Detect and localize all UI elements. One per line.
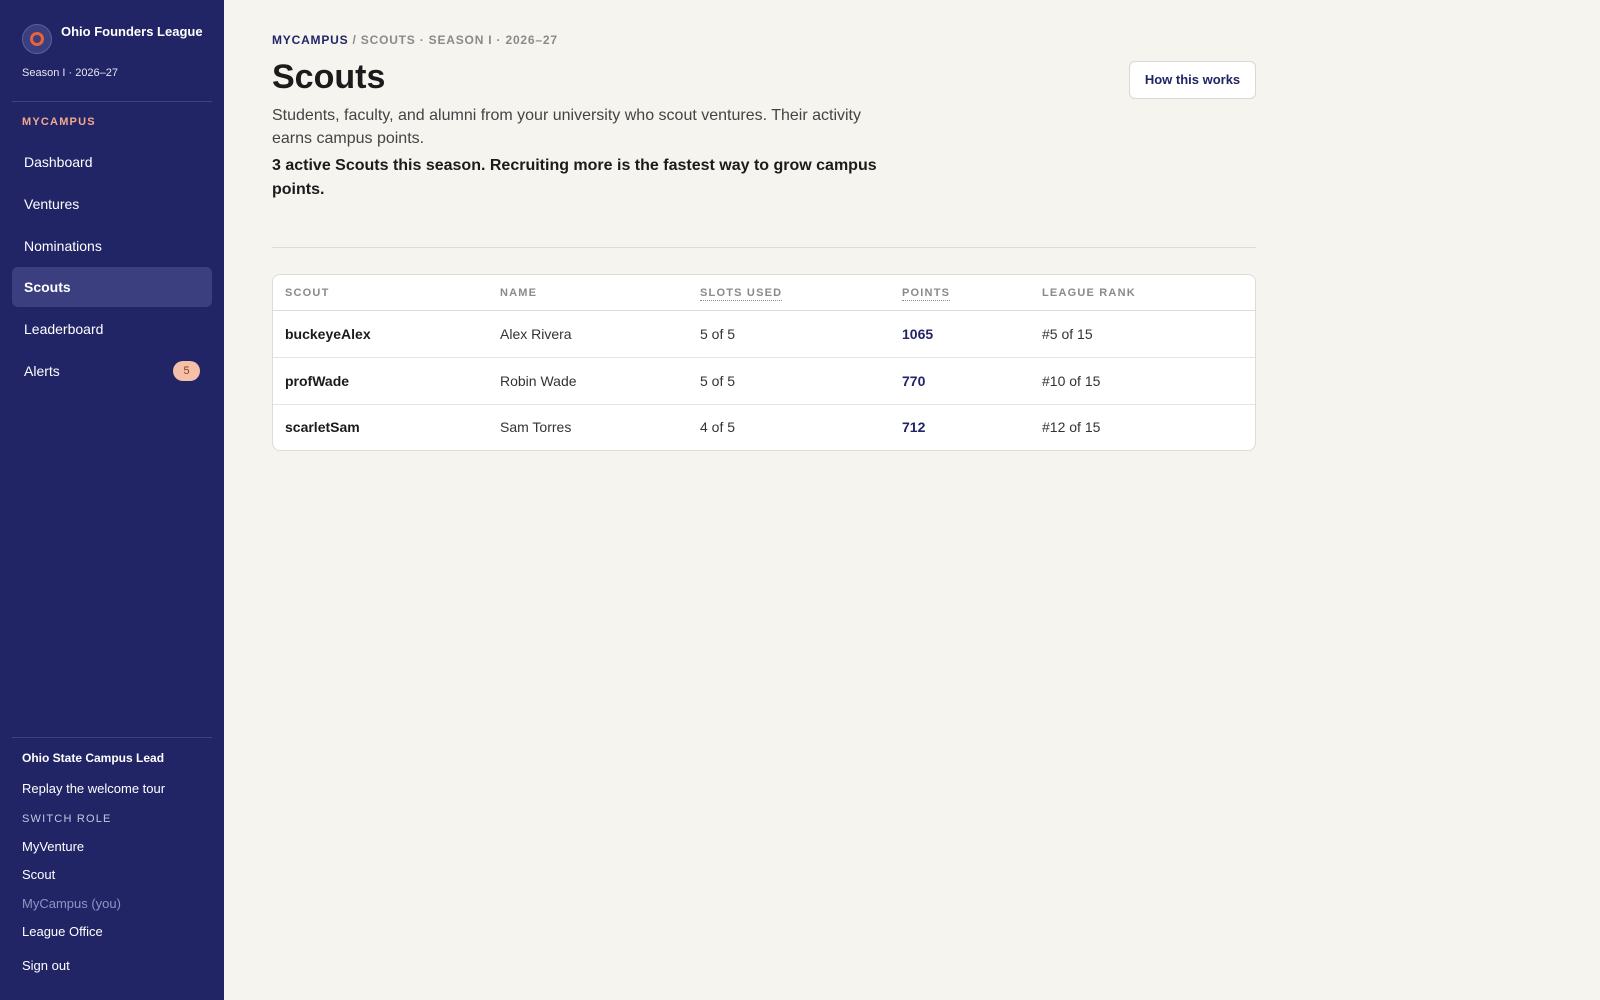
column-header-scout: SCOUT xyxy=(285,287,330,299)
cell-slots-used: 5 of 5 xyxy=(700,326,736,342)
scouts-callout: 3 active Scouts this season. Recruiting … xyxy=(272,157,877,198)
alerts-count-badge: 5 xyxy=(173,361,200,381)
cell-name: Alex Rivera xyxy=(500,326,572,342)
sidebar-item-alerts[interactable]: Alerts 5 xyxy=(12,351,212,391)
sidebar-item-label: Ventures xyxy=(24,196,80,212)
cell-league-rank: #5 of 15 xyxy=(1042,326,1093,342)
role-league-office-link[interactable]: League Office xyxy=(22,924,103,939)
cell-league-rank: #10 of 15 xyxy=(1042,373,1101,389)
brand-name: Ohio Founders League xyxy=(61,24,203,39)
role-mycampus-current: MyCampus (you) xyxy=(22,896,121,911)
column-header-slots-used[interactable]: SLOTS USED xyxy=(700,287,783,301)
league-logo-icon xyxy=(22,24,52,54)
role-scout-link[interactable]: Scout xyxy=(22,867,55,882)
cell-league-rank: #12 of 15 xyxy=(1042,419,1101,435)
role-myventure-link[interactable]: MyVenture xyxy=(22,839,84,854)
column-header-league-rank: LEAGUE RANK xyxy=(1042,287,1136,299)
cell-name: Robin Wade xyxy=(500,373,577,389)
scouts-table: SCOUT NAME SLOTS USED POINTS LEAGUE RANK… xyxy=(272,274,1256,451)
sidebar-item-label: Scouts xyxy=(24,279,71,295)
cell-points: 1065 xyxy=(902,326,934,342)
breadcrumb: MYCAMPUS / SCOUTS · SEASON I · 2026–27 xyxy=(272,33,558,47)
sidebar-section-label: MYCAMPUS xyxy=(22,116,96,128)
sidebar: Ohio Founders League Season I · 2026–27 … xyxy=(0,0,224,1000)
cell-slots-used: 4 of 5 xyxy=(700,419,736,435)
table-header: SCOUT NAME SLOTS USED POINTS LEAGUE RANK xyxy=(273,275,1255,311)
cell-scout: profWade xyxy=(285,373,350,389)
sidebar-item-ventures[interactable]: Ventures xyxy=(12,184,212,224)
sidebar-item-label: Nominations xyxy=(24,238,102,254)
sidebar-divider xyxy=(12,737,212,738)
cell-points: 770 xyxy=(902,373,926,389)
table-row[interactable]: profWade Robin Wade 5 of 5 770 #10 of 15 xyxy=(273,358,1255,405)
cell-scout: scarletSam xyxy=(285,419,360,435)
sidebar-divider xyxy=(12,101,212,102)
column-header-name: NAME xyxy=(500,287,538,299)
role-title: Ohio State Campus Lead xyxy=(22,751,165,765)
cell-name: Sam Torres xyxy=(500,419,572,435)
section-divider xyxy=(272,247,1256,248)
cell-scout: buckeyeAlex xyxy=(285,326,371,342)
how-this-works-button[interactable]: How this works xyxy=(1129,61,1256,99)
sidebar-item-label: Dashboard xyxy=(24,154,93,170)
switch-role-label: SWITCH ROLE xyxy=(22,813,112,825)
sidebar-item-label: Leaderboard xyxy=(24,321,104,337)
cell-points: 712 xyxy=(902,419,926,435)
breadcrumb-root[interactable]: MYCAMPUS xyxy=(272,33,348,47)
table-row[interactable]: buckeyeAlex Alex Rivera 5 of 5 1065 #5 o… xyxy=(273,311,1255,358)
sign-out-link[interactable]: Sign out xyxy=(22,958,70,973)
sidebar-item-dashboard[interactable]: Dashboard xyxy=(12,142,212,182)
column-header-points[interactable]: POINTS xyxy=(902,287,951,301)
cell-slots-used: 5 of 5 xyxy=(700,373,736,389)
replay-tour-link[interactable]: Replay the welcome tour xyxy=(22,781,165,796)
breadcrumb-current: / SCOUTS · SEASON I · 2026–27 xyxy=(348,33,558,47)
page-title: Scouts xyxy=(272,58,386,96)
brand-season: Season I · 2026–27 xyxy=(22,67,119,79)
sidebar-item-nominations[interactable]: Nominations xyxy=(12,226,212,266)
main-content: MYCAMPUS / SCOUTS · SEASON I · 2026–27 S… xyxy=(272,0,1256,1000)
sidebar-item-leaderboard[interactable]: Leaderboard xyxy=(12,309,212,349)
page-description: Students, faculty, and alumni from your … xyxy=(272,107,861,147)
table-row[interactable]: scarletSam Sam Torres 4 of 5 712 #12 of … xyxy=(273,404,1255,450)
sidebar-item-label: Alerts xyxy=(24,363,60,379)
sidebar-item-scouts[interactable]: Scouts xyxy=(12,267,212,307)
